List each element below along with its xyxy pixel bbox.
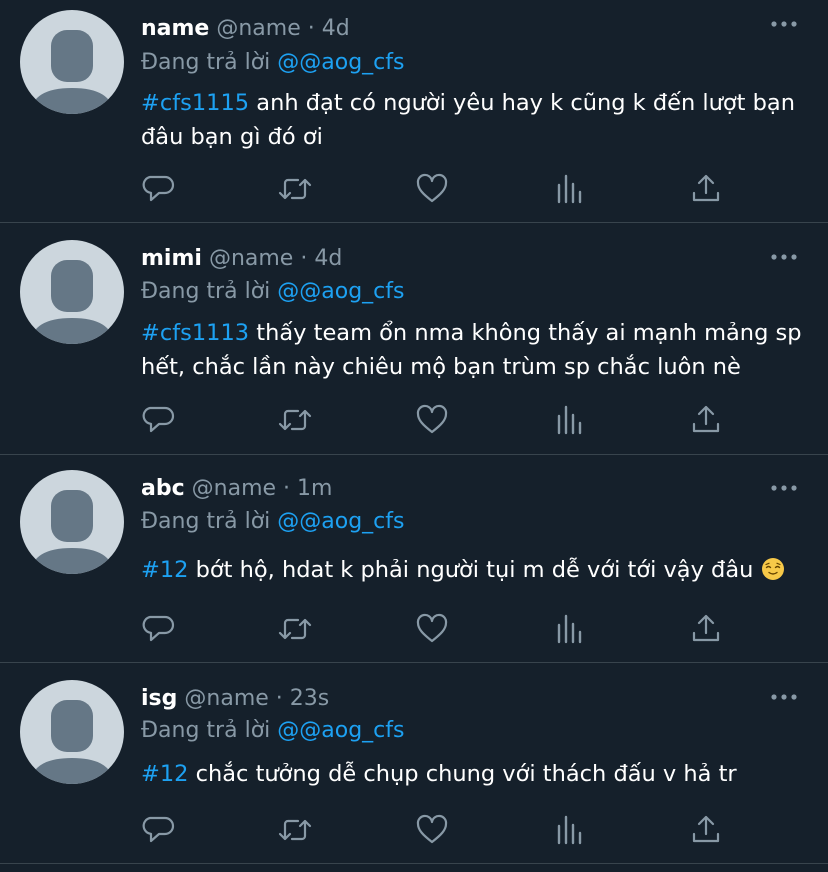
timestamp[interactable]: 4d (314, 246, 342, 271)
action-bar (141, 403, 741, 437)
display-name[interactable]: mimi (141, 246, 202, 271)
tweet-text: #12 chắc tưởng dễ chụp chung với thách đ… (141, 757, 811, 791)
reply-mention[interactable]: @@aog_cfs (277, 50, 404, 75)
tweet-text: #12 bớt hộ, hdat k phải người tụi m dễ v… (141, 553, 811, 587)
like-icon[interactable] (415, 172, 449, 206)
separator: · (307, 16, 315, 41)
tweet-header: mimi @name · 4d (141, 245, 342, 273)
more-icon[interactable] (770, 249, 798, 265)
relieved-face-emoji (761, 557, 785, 581)
handle[interactable]: @name (184, 686, 268, 711)
analytics-icon[interactable] (552, 403, 586, 437)
hashtag[interactable]: #cfs1113 (141, 320, 249, 346)
timestamp[interactable]: 1m (297, 476, 332, 501)
hashtag[interactable]: #12 (141, 761, 188, 787)
reply-mention[interactable]: @@aog_cfs (277, 718, 404, 743)
retweet-icon[interactable] (278, 403, 312, 437)
reply-prefix: Đang trả lời (141, 50, 271, 75)
display-name[interactable]: name (141, 16, 209, 41)
tweet[interactable]: isg @name · 23s Đang trả lời @@aog_cfs #… (0, 663, 828, 864)
tweet[interactable]: name @name · 4d Đang trả lời @@aog_cfs #… (0, 0, 828, 223)
reply-icon[interactable] (141, 403, 175, 437)
tweet-feed: name @name · 4d Đang trả lời @@aog_cfs #… (0, 0, 828, 872)
action-bar (141, 813, 741, 847)
retweet-icon[interactable] (278, 813, 312, 847)
tweet-body-text: chắc tưởng dễ chụp chung với thách đấu v… (188, 761, 737, 787)
reply-mention[interactable]: @@aog_cfs (277, 279, 404, 304)
reply-mention[interactable]: @@aog_cfs (277, 509, 404, 534)
hashtag[interactable]: #12 (141, 557, 188, 583)
more-icon[interactable] (770, 480, 798, 496)
handle[interactable]: @name (209, 246, 293, 271)
tweet-header: isg @name · 23s (141, 685, 329, 713)
handle[interactable]: @name (216, 16, 300, 41)
reply-context: Đang trả lời @@aog_cfs (141, 507, 404, 537)
tweet-body-text: bớt hộ, hdat k phải người tụi m dễ với t… (188, 557, 761, 583)
retweet-icon[interactable] (278, 612, 312, 646)
reply-prefix: Đang trả lời (141, 509, 271, 534)
reply-context: Đang trả lời @@aog_cfs (141, 277, 404, 307)
tweet[interactable]: abc @name · 1m Đang trả lời @@aog_cfs #1… (0, 455, 828, 663)
more-icon[interactable] (770, 689, 798, 705)
share-icon[interactable] (689, 172, 723, 206)
reply-context: Đang trả lời @@aog_cfs (141, 716, 404, 746)
reply-prefix: Đang trả lời (141, 279, 271, 304)
reply-prefix: Đang trả lời (141, 718, 271, 743)
avatar[interactable] (20, 470, 124, 574)
display-name[interactable]: isg (141, 686, 177, 711)
display-name[interactable]: abc (141, 476, 185, 501)
timestamp[interactable]: 23s (290, 686, 329, 711)
share-icon[interactable] (689, 403, 723, 437)
share-icon[interactable] (689, 813, 723, 847)
reply-icon[interactable] (141, 813, 175, 847)
tweet-header: name @name · 4d (141, 15, 350, 43)
tweet-header: abc @name · 1m (141, 475, 332, 503)
hashtag[interactable]: #cfs1115 (141, 90, 249, 116)
separator: · (300, 246, 308, 271)
reply-icon[interactable] (141, 172, 175, 206)
analytics-icon[interactable] (552, 612, 586, 646)
avatar[interactable] (20, 240, 124, 344)
timestamp[interactable]: 4d (322, 16, 350, 41)
reply-icon[interactable] (141, 612, 175, 646)
separator: · (275, 686, 283, 711)
handle[interactable]: @name (192, 476, 276, 501)
tweet-text: #cfs1115 anh đạt có người yêu hay k cũng… (141, 86, 811, 154)
like-icon[interactable] (415, 403, 449, 437)
like-icon[interactable] (415, 813, 449, 847)
separator: · (283, 476, 291, 501)
analytics-icon[interactable] (552, 813, 586, 847)
avatar[interactable] (20, 680, 124, 784)
retweet-icon[interactable] (278, 172, 312, 206)
tweet[interactable]: mimi @name · 4d Đang trả lời @@aog_cfs #… (0, 223, 828, 455)
analytics-icon[interactable] (552, 172, 586, 206)
like-icon[interactable] (415, 612, 449, 646)
share-icon[interactable] (689, 612, 723, 646)
more-icon[interactable] (770, 16, 798, 32)
reply-context: Đang trả lời @@aog_cfs (141, 48, 404, 78)
tweet-text: #cfs1113 thấy team ổn nma không thấy ai … (141, 316, 811, 384)
avatar[interactable] (20, 10, 124, 114)
action-bar (141, 172, 741, 206)
action-bar (141, 612, 741, 646)
